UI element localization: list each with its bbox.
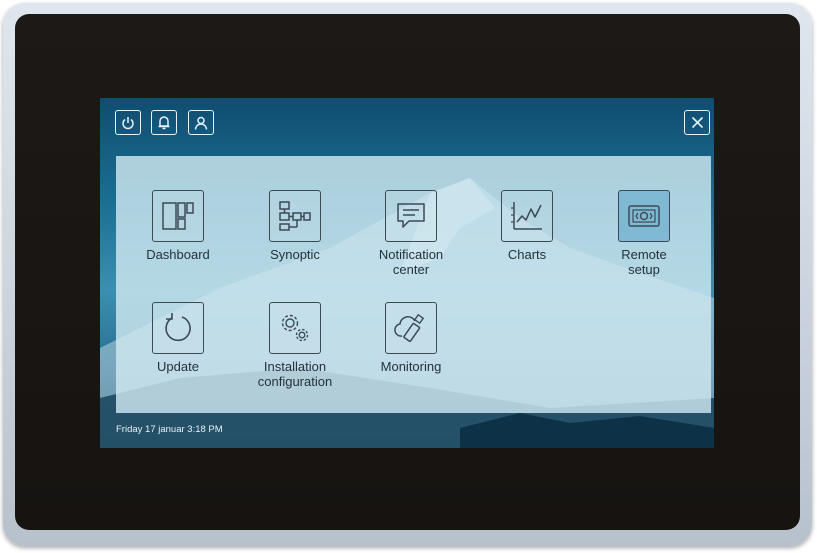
cloud-usb-icon bbox=[385, 302, 437, 354]
app-charts[interactable]: Charts bbox=[472, 190, 582, 262]
app-label: Charts bbox=[507, 247, 547, 262]
app-label: Monitoring bbox=[380, 359, 442, 374]
remote-setup-icon bbox=[618, 190, 670, 242]
synoptic-icon bbox=[269, 190, 321, 242]
charts-icon bbox=[501, 190, 553, 242]
app-installation-configuration[interactable]: Installation configuration bbox=[240, 302, 350, 389]
notification-icon bbox=[385, 190, 437, 242]
update-icon bbox=[152, 302, 204, 354]
device-bezel: Dashboard Synoptic Notification center C… bbox=[15, 14, 800, 530]
app-notification-center[interactable]: Notification center bbox=[356, 190, 466, 277]
close-icon bbox=[691, 116, 703, 129]
close-button[interactable] bbox=[684, 110, 710, 135]
app-label: Installation configuration bbox=[257, 359, 333, 389]
notifications-button[interactable] bbox=[151, 110, 177, 135]
power-icon bbox=[122, 116, 134, 129]
app-synoptic[interactable]: Synoptic bbox=[240, 190, 350, 262]
app-remote-setup[interactable]: Remote setup bbox=[589, 190, 699, 277]
app-launcher-panel: Dashboard Synoptic Notification center C… bbox=[116, 156, 711, 413]
app-update[interactable]: Update bbox=[123, 302, 233, 374]
dashboard-icon bbox=[152, 190, 204, 242]
user-button[interactable] bbox=[188, 110, 214, 135]
app-monitoring[interactable]: Monitoring bbox=[356, 302, 466, 374]
status-datetime: Friday 17 januar 3:18 PM bbox=[116, 424, 223, 435]
app-label: Remote setup bbox=[621, 247, 667, 277]
app-dashboard[interactable]: Dashboard bbox=[123, 190, 233, 262]
touch-screen: Dashboard Synoptic Notification center C… bbox=[100, 98, 714, 448]
bell-icon bbox=[158, 116, 170, 130]
app-label: Synoptic bbox=[270, 247, 320, 262]
power-button[interactable] bbox=[115, 110, 141, 135]
device-frame: Dashboard Synoptic Notification center C… bbox=[3, 3, 812, 546]
gears-icon bbox=[269, 302, 321, 354]
app-label: Notification center bbox=[378, 247, 444, 277]
user-icon bbox=[194, 116, 208, 130]
app-label: Dashboard bbox=[146, 247, 210, 262]
app-label: Update bbox=[157, 359, 199, 374]
